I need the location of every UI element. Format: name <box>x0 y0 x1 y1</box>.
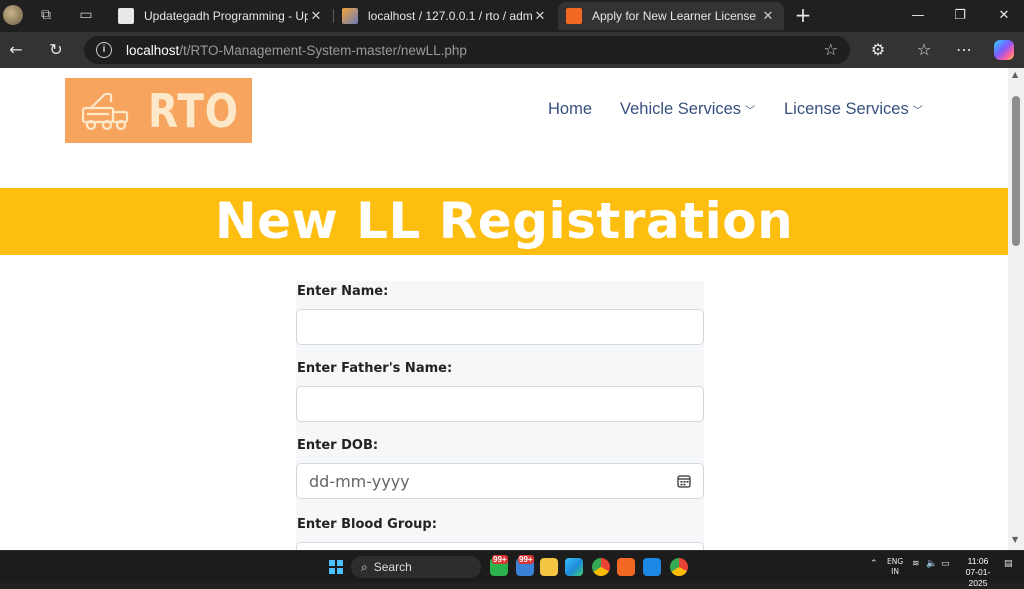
whatsapp-icon[interactable]: 99+ <box>490 555 508 576</box>
address-toolbar: ← ↻ i localhost/t/RTO-Management-System-… <box>0 32 1024 68</box>
learner-license-form: Enter Name: Enter Father's Name: Enter D… <box>296 281 704 550</box>
page-scrollbar[interactable]: ▲ ▼ <box>1008 68 1024 550</box>
tow-truck-icon <box>81 92 129 131</box>
scroll-up-icon[interactable]: ▲ <box>1012 71 1020 79</box>
close-window-icon[interactable]: ✕ <box>994 6 1014 26</box>
nav-license-services-label: License Services <box>784 100 909 118</box>
reload-icon[interactable]: ↻ <box>46 40 66 60</box>
language-indicator[interactable]: ENG IN <box>887 557 903 577</box>
tab-title: Apply for New Learner License <box>592 9 757 23</box>
dob-input[interactable]: dd-mm-yyyy <box>296 463 704 499</box>
father-name-input[interactable] <box>296 386 704 422</box>
chevron-down-icon: ﹀ <box>745 106 756 117</box>
url-host: localhost <box>126 42 180 58</box>
chrome-icon[interactable] <box>592 558 610 576</box>
chrome-profile-icon[interactable] <box>670 558 688 576</box>
logo-text: RTO <box>148 84 239 138</box>
page-banner: New LL Registration <box>0 188 1008 255</box>
wifi-icon[interactable]: ≋ <box>912 559 920 569</box>
notifications-icon[interactable]: ▤ <box>1004 559 1013 569</box>
more-menu-icon[interactable]: ⋯ <box>954 40 974 60</box>
phpmyadmin-favicon-icon <box>342 8 358 24</box>
nav-vehicle-services[interactable]: Vehicle Services ﹀ <box>620 100 755 119</box>
name-label: Enter Name: <box>297 284 389 299</box>
volume-icon[interactable]: 🔈 <box>926 559 937 569</box>
tab-strip: ⧉ ▭ Updategadh Programming - Upd ✕ local… <box>0 0 1024 32</box>
xampp-icon[interactable] <box>617 558 635 576</box>
close-tab-icon[interactable]: ✕ <box>532 9 548 24</box>
url-bar[interactable]: i localhost/t/RTO-Management-System-mast… <box>84 36 850 64</box>
tab-updategadh[interactable]: Updategadh Programming - Upd ✕ <box>110 2 332 30</box>
copilot-icon[interactable] <box>994 40 1014 60</box>
show-hidden-icons-icon[interactable]: ⌃ <box>870 559 878 569</box>
notification-badge: 99+ <box>492 555 508 564</box>
search-icon: ⌕ <box>361 559 368 574</box>
dob-placeholder: dd-mm-yyyy <box>309 471 410 491</box>
notification-badge: 99+ <box>518 555 534 564</box>
new-tab-icon[interactable]: + <box>793 4 813 26</box>
clock-time: 11:06 <box>967 556 989 566</box>
windows-start-icon[interactable] <box>329 560 343 574</box>
clock-date: 07-01-2025 <box>965 567 991 588</box>
dob-label: Enter DOB: <box>297 438 379 453</box>
profile-avatar[interactable] <box>3 5 23 25</box>
xampp-favicon-icon <box>566 8 582 24</box>
tab-apply-learner-license[interactable]: Apply for New Learner License ✕ <box>558 2 784 30</box>
restore-icon[interactable]: ❐ <box>950 6 970 26</box>
blood-group-label: Enter Blood Group: <box>297 517 437 532</box>
nav-license-services[interactable]: License Services ﹀ <box>784 100 923 119</box>
father-name-label: Enter Father's Name: <box>297 361 453 376</box>
windows-taskbar: ⌕ Search 99+ 99+ ⌃ ENG IN ≋ 🔈 ▭ 11:06 07… <box>0 550 1024 588</box>
url-text[interactable]: localhost/t/RTO-Management-System-master… <box>126 43 467 58</box>
page-viewport: RTO Home Vehicle Services ﹀ License Serv… <box>0 68 1008 550</box>
tab-title: localhost / 127.0.0.1 / rto / admin <box>368 9 532 23</box>
chevron-down-icon: ﹀ <box>912 106 923 117</box>
close-tab-icon[interactable]: ✕ <box>760 9 776 24</box>
scrollbar-thumb[interactable] <box>1012 96 1020 246</box>
workspaces-icon[interactable]: ⧉ <box>38 7 54 23</box>
scroll-down-icon[interactable]: ▼ <box>1012 536 1020 544</box>
calendar-icon[interactable] <box>677 474 691 488</box>
extensions-icon[interactable]: ⚙ <box>868 40 888 60</box>
vscode-icon[interactable] <box>643 558 661 576</box>
taskbar-search[interactable]: ⌕ Search <box>351 556 481 578</box>
file-explorer-icon[interactable] <box>540 558 558 576</box>
close-tab-icon[interactable]: ✕ <box>308 9 324 24</box>
edge-browser-icon[interactable] <box>565 558 583 576</box>
url-path: /t/RTO-Management-System-master/newLL.ph… <box>179 42 467 58</box>
page-title: New LL Registration <box>214 192 794 250</box>
tab-phpmyadmin[interactable]: localhost / 127.0.0.1 / rto / admin ✕ <box>334 2 556 30</box>
battery-icon[interactable]: ▭ <box>941 559 950 569</box>
back-icon[interactable]: ← <box>6 40 26 60</box>
blood-group-input[interactable] <box>296 542 704 550</box>
site-info-icon[interactable]: i <box>96 42 112 58</box>
nav-home-label: Home <box>548 100 593 118</box>
site-logo[interactable]: RTO <box>65 78 252 143</box>
language-code: ENG <box>887 557 904 566</box>
name-input[interactable] <box>296 309 704 345</box>
nav-home[interactable]: Home <box>548 100 592 119</box>
vertical-tabs-icon[interactable]: ▭ <box>78 7 94 23</box>
nav-vehicle-services-label: Vehicle Services <box>620 100 742 118</box>
taskbar-clock[interactable]: 11:06 07-01-2025 <box>958 556 998 589</box>
updategadh-favicon-icon <box>118 8 134 24</box>
search-label: Search <box>373 560 412 574</box>
region-code: IN <box>891 567 899 576</box>
tab-title: Updategadh Programming - Upd <box>144 9 308 23</box>
favorite-star-icon[interactable]: ☆ <box>824 40 838 59</box>
chat-app-icon[interactable]: 99+ <box>516 555 534 576</box>
minimize-icon[interactable]: — <box>908 6 928 26</box>
favorites-list-icon[interactable]: ☆ <box>914 40 934 60</box>
